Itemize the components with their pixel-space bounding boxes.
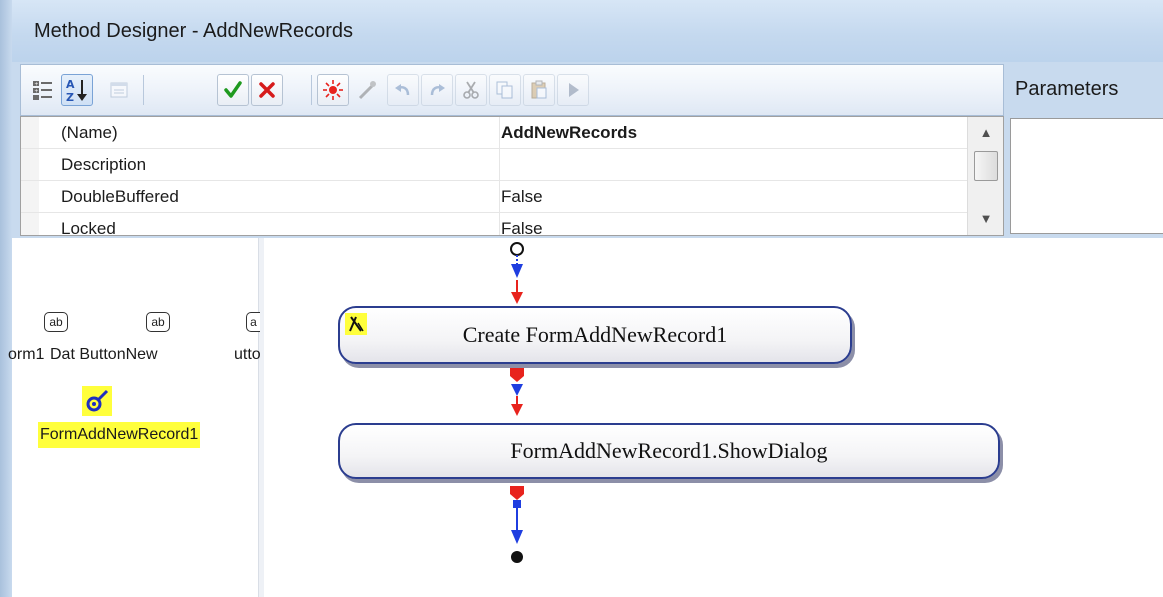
flow-arrow-blue bbox=[511, 530, 523, 544]
flow-arrow-red bbox=[511, 404, 523, 416]
flow-node-show-dialog[interactable]: FormAddNewRecord1.ShowDialog bbox=[338, 423, 1000, 479]
create-action-icon bbox=[345, 313, 367, 335]
method-designer-window: Method Designer - AddNewRecords + + A Z bbox=[0, 0, 1163, 597]
flow-node-label: FormAddNewRecord1.ShowDialog bbox=[510, 438, 828, 463]
flow-arrow-blue bbox=[511, 264, 523, 278]
flow-node-label: Create FormAddNewRecord1 bbox=[462, 322, 728, 347]
flow-arrow-red bbox=[511, 292, 523, 304]
flow-connectors bbox=[510, 242, 524, 563]
flow-end-node bbox=[511, 551, 523, 563]
flow-node-create-form[interactable]: Create FormAddNewRecord1 bbox=[338, 306, 852, 364]
flow-start-node bbox=[510, 242, 524, 256]
flow-arrow-blue bbox=[511, 384, 523, 396]
